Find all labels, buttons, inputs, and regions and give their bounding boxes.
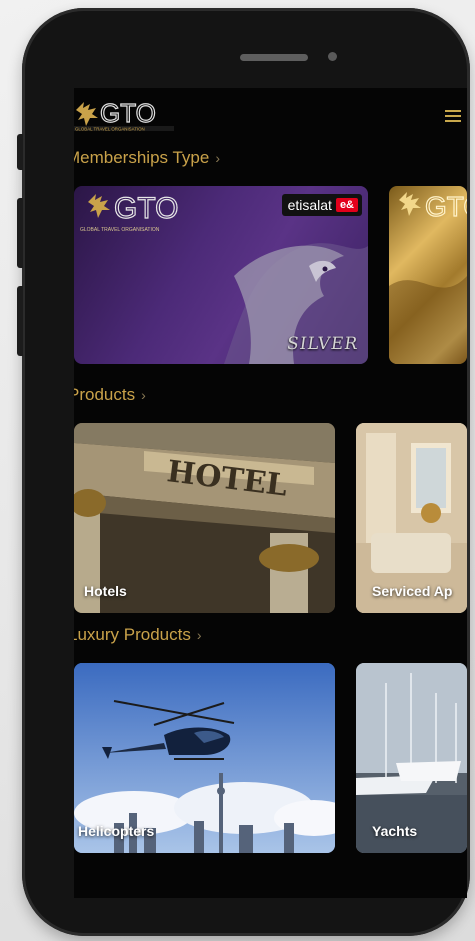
product-card-serviced-apartments[interactable]: Serviced Ap bbox=[356, 423, 467, 613]
luxury-title-text: Luxury Products bbox=[74, 625, 191, 644]
chevron-right-icon: › bbox=[215, 150, 220, 166]
memberships-section-title[interactable]: Memberships Type › bbox=[74, 148, 220, 168]
griffin-icon bbox=[76, 102, 98, 126]
partner-logo: e& bbox=[335, 198, 358, 212]
luxury-section-title[interactable]: Luxury Products › bbox=[74, 625, 202, 645]
etisalat-badge: etisalat e& bbox=[281, 194, 362, 216]
app-header: GTO GLOBAL TRAVEL ORGANISATION bbox=[74, 88, 467, 136]
svg-text:GTO: GTO bbox=[100, 98, 156, 128]
chevron-right-icon: › bbox=[141, 387, 146, 403]
gold-card-art: GTO bbox=[389, 190, 467, 364]
front-camera bbox=[328, 52, 337, 61]
partner-name: etisalat bbox=[287, 197, 332, 213]
luxury-label: Helicopters bbox=[78, 823, 155, 839]
luxury-card-helicopters[interactable]: Helicopters bbox=[74, 663, 335, 853]
menu-icon[interactable] bbox=[445, 110, 461, 124]
products-title-text: Products bbox=[74, 385, 136, 404]
membership-card-silver[interactable]: GTO GLOBAL TRAVEL ORGANISATION etisalat … bbox=[74, 186, 368, 364]
volume-up-button bbox=[17, 198, 23, 268]
volume-down-button bbox=[17, 286, 23, 356]
product-label: Hotels bbox=[84, 583, 127, 599]
gto-logo[interactable]: GTO GLOBAL TRAVEL ORGANISATION bbox=[74, 96, 184, 134]
svg-text:GTO: GTO bbox=[114, 192, 178, 225]
mute-switch bbox=[17, 134, 23, 170]
tier-label: SILVER bbox=[285, 334, 360, 354]
luxury-label: Yachts bbox=[372, 823, 418, 839]
earpiece-speaker bbox=[240, 54, 308, 61]
app-screen: GTO GLOBAL TRAVEL ORGANISATION Membershi… bbox=[74, 88, 467, 898]
membership-card-gold[interactable]: GTO bbox=[389, 186, 467, 364]
memberships-title-text: Memberships Type bbox=[74, 148, 210, 167]
product-label: Serviced Ap bbox=[372, 583, 453, 599]
svg-text:GTO: GTO bbox=[425, 191, 467, 222]
chevron-right-icon: › bbox=[196, 627, 202, 643]
svg-text:GLOBAL TRAVEL ORGANISATION: GLOBAL TRAVEL ORGANISATION bbox=[75, 127, 145, 132]
products-section-title[interactable]: Products › bbox=[74, 385, 146, 405]
product-card-hotels[interactable]: HOTEL Hotels bbox=[74, 423, 335, 613]
phone-frame: GTO GLOBAL TRAVEL ORGANISATION Membershi… bbox=[17, 8, 470, 936]
svg-text:GLOBAL TRAVEL ORGANISATION: GLOBAL TRAVEL ORGANISATION bbox=[80, 227, 160, 233]
luxury-card-yachts[interactable]: Yachts bbox=[356, 663, 467, 853]
